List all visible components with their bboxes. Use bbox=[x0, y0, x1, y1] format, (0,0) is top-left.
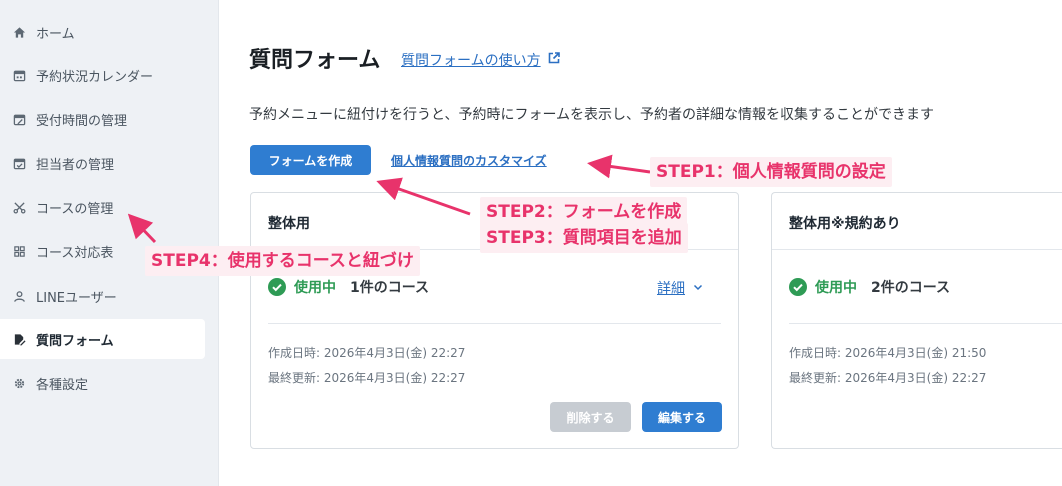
form-card: 整体用※規約あり 使用中 2件のコース 作成日時: 2026年4月3日(金) 2… bbox=[771, 192, 1062, 449]
delete-button[interactable]: 削除する bbox=[550, 402, 631, 432]
divider bbox=[789, 323, 1062, 324]
sidebar-item-reception-hours[interactable]: 受付時間の管理 bbox=[0, 99, 205, 139]
step3-annotation: STEP3：質問項目を追加 bbox=[480, 223, 688, 253]
sidebar-item-staff[interactable]: 担当者の管理 bbox=[0, 143, 205, 183]
sidebar-item-question-form[interactable]: 質問フォーム bbox=[0, 319, 205, 359]
step1-annotation: STEP1：個人情報質問の設定 bbox=[650, 157, 892, 187]
gear-icon bbox=[12, 376, 26, 390]
help-link[interactable]: 質問フォームの使い方 bbox=[401, 50, 561, 70]
sidebar-item-label: コース対応表 bbox=[36, 245, 114, 261]
status-label: 使用中 bbox=[815, 280, 857, 296]
form-card-title: 整体用※規約あり bbox=[789, 216, 901, 232]
detail-toggle[interactable]: 詳細 bbox=[657, 278, 703, 298]
sidebar: ホーム 予約状況カレンダー 受付時間の管理 担当者の管理 コースの管理 コース対… bbox=[0, 0, 219, 486]
sidebar-item-home[interactable]: ホーム bbox=[0, 12, 205, 52]
status-row: 使用中 2件のコース bbox=[789, 277, 950, 297]
scissors-icon bbox=[12, 200, 26, 214]
check-circle-icon bbox=[789, 278, 807, 296]
divider bbox=[772, 249, 1062, 250]
updated-at: 最終更新: 2026年4月3日(金) 22:27 bbox=[268, 371, 466, 385]
page-title: 質問フォーム bbox=[249, 48, 381, 73]
created-at: 作成日時: 2026年4月3日(金) 21:50 bbox=[789, 346, 987, 360]
home-icon bbox=[12, 25, 26, 39]
sidebar-item-label: ホーム bbox=[36, 26, 75, 42]
calendar-icon bbox=[12, 68, 26, 82]
page-description: 予約メニューに紐付けを行うと、予約時にフォームを表示し、予約者の詳細な情報を収集… bbox=[249, 107, 935, 123]
divider bbox=[268, 323, 721, 324]
detail-label: 詳細 bbox=[657, 281, 685, 297]
status-label: 使用中 bbox=[294, 280, 336, 296]
course-count: 1件のコース bbox=[350, 280, 430, 296]
sidebar-item-label: 担当者の管理 bbox=[36, 157, 115, 173]
sidebar-item-courses[interactable]: コースの管理 bbox=[0, 187, 205, 227]
sidebar-item-label: LINEユーザー bbox=[36, 290, 117, 306]
calendar-check-icon bbox=[12, 156, 26, 170]
sidebar-item-label: 受付時間の管理 bbox=[36, 113, 128, 129]
sidebar-item-label: 質問フォーム bbox=[36, 333, 114, 349]
customize-personal-info-link[interactable]: 個人情報質問のカスタマイズ bbox=[391, 152, 547, 169]
sidebar-item-line-users[interactable]: LINEユーザー bbox=[0, 276, 205, 316]
external-link-icon bbox=[541, 51, 561, 69]
help-link-label: 質問フォームの使い方 bbox=[401, 53, 541, 69]
sidebar-item-label: コースの管理 bbox=[36, 201, 114, 217]
calendar-edit-icon bbox=[12, 112, 26, 126]
chevron-down-icon bbox=[693, 282, 703, 295]
sidebar-item-label: 予約状況カレンダー bbox=[36, 69, 154, 85]
course-count: 2件のコース bbox=[871, 280, 951, 296]
created-at: 作成日時: 2026年4月3日(金) 22:27 bbox=[268, 346, 466, 360]
updated-at: 最終更新: 2026年4月3日(金) 22:27 bbox=[789, 371, 987, 385]
user-icon bbox=[12, 289, 26, 303]
form-edit-icon bbox=[12, 332, 26, 346]
sidebar-item-label: 各種設定 bbox=[36, 377, 89, 393]
step4-annotation: STEP4：使用するコースと紐づけ bbox=[145, 246, 420, 276]
status-row: 使用中 1件のコース bbox=[268, 277, 429, 297]
sidebar-item-settings[interactable]: 各種設定 bbox=[0, 363, 205, 403]
check-circle-icon bbox=[268, 278, 286, 296]
grid-icon bbox=[12, 244, 26, 258]
edit-button[interactable]: 編集する bbox=[642, 402, 722, 432]
create-form-button[interactable]: フォームを作成 bbox=[250, 145, 371, 175]
form-card-title: 整体用 bbox=[268, 216, 310, 232]
sidebar-item-calendar[interactable]: 予約状況カレンダー bbox=[0, 55, 205, 95]
